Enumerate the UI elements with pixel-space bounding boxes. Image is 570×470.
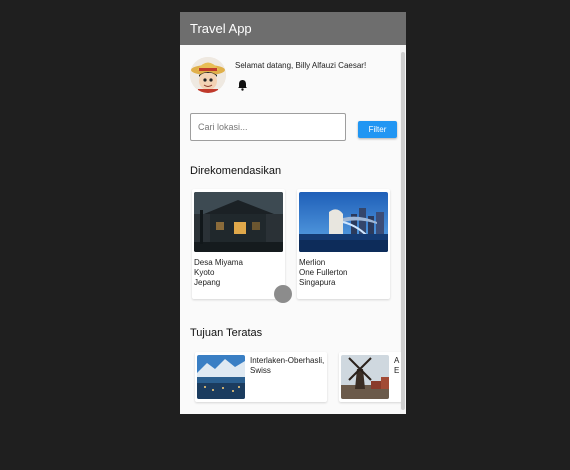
top-destinations-title: Tujuan Teratas: [190, 327, 263, 339]
top-destination-card-interlaken[interactable]: Interlaken-Oberhasli, Swiss: [195, 352, 327, 402]
interlaken-info: Interlaken-Oberhasli, Swiss: [250, 356, 324, 376]
recommended-title: Direkomendasikan: [190, 165, 282, 177]
search-field[interactable]: [190, 113, 346, 141]
main-content[interactable]: Selamat datang, Billy Alfauzi Caesar! Fi…: [180, 45, 402, 414]
place-name: Desa Miyama: [194, 258, 243, 267]
place-city: One Fullerton: [299, 268, 348, 277]
place-name: A: [394, 356, 400, 365]
touch-indicator: [274, 285, 292, 303]
recommended-card-desa-miyama[interactable]: Desa Miyama Kyoto Jepang: [192, 189, 285, 299]
top-destination-2-info: A E: [394, 356, 399, 376]
scrollbar[interactable]: [401, 52, 405, 410]
app-title: Travel App: [190, 21, 252, 36]
merlion-image: [299, 192, 388, 252]
place-country: Singapura: [299, 278, 336, 287]
greeting-text: Selamat datang, Billy Alfauzi Caesar!: [235, 61, 367, 70]
place-country: Swiss: [250, 366, 271, 375]
avatar-image: [190, 57, 226, 93]
bell-icon[interactable]: [237, 78, 248, 91]
place-city: Kyoto: [194, 268, 215, 277]
merlion-info: Merlion One Fullerton Singapura: [299, 258, 347, 288]
avatar[interactable]: [190, 57, 226, 93]
place-country: E: [394, 366, 400, 375]
desa-miyama-info: Desa Miyama Kyoto Jepang: [194, 258, 243, 288]
phone-screen: Travel App Selamat datang, Billy Alfauzi…: [180, 12, 406, 414]
app-bar: Travel App: [180, 12, 406, 45]
windmill-image: [341, 355, 389, 399]
place-country: Jepang: [194, 278, 221, 287]
place-name: Merlion: [299, 258, 326, 267]
search-input[interactable]: [198, 122, 338, 132]
interlaken-image: [197, 355, 245, 399]
top-destination-card-2[interactable]: A E: [339, 352, 402, 402]
recommended-card-merlion[interactable]: Merlion One Fullerton Singapura: [297, 189, 390, 299]
place-name: Interlaken-Oberhasli,: [250, 356, 325, 365]
desa-miyama-image: [194, 192, 283, 252]
filter-button[interactable]: Filter: [358, 121, 397, 138]
